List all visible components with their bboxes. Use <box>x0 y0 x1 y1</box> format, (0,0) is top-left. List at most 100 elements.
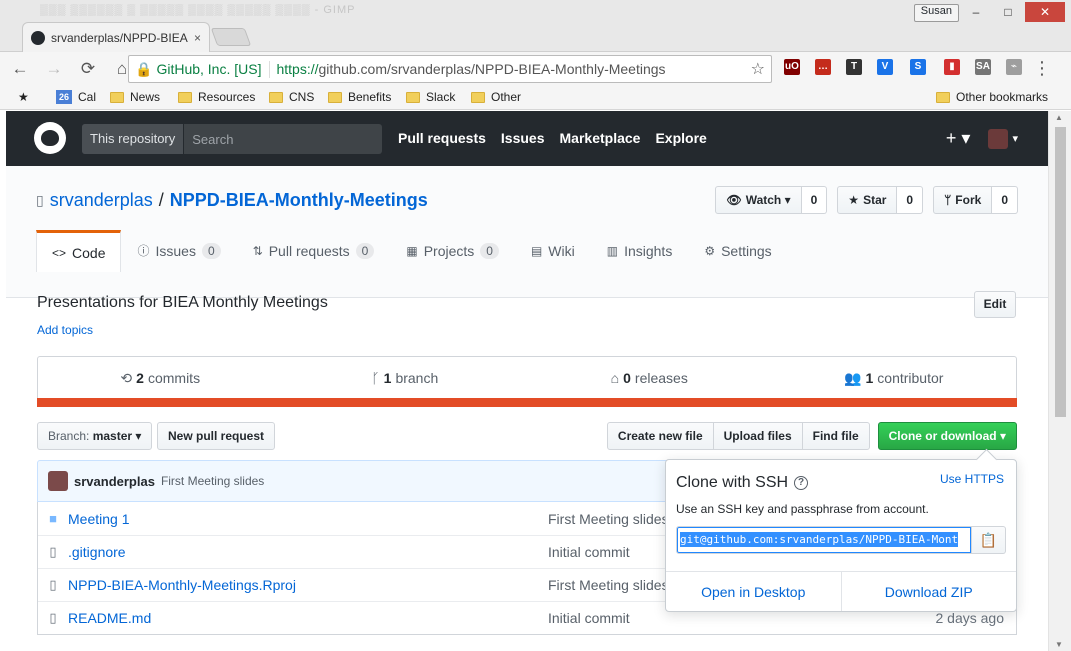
file-name-link[interactable]: NPPD-BIEA-Monthly-Meetings.Rproj <box>68 577 548 593</box>
other-bookmarks[interactable]: Other bookmarks <box>936 90 1048 104</box>
tab-settings[interactable]: ⚙ Settings <box>688 230 787 271</box>
file-name-link[interactable]: README.md <box>68 610 548 626</box>
tab-issues[interactable]: ⓘ Issues 0 <box>121 230 236 271</box>
fork-count[interactable]: 0 <box>992 186 1018 214</box>
file-name-link[interactable]: .gitignore <box>68 544 548 560</box>
file-name-link[interactable]: Meeting 1 <box>68 511 548 527</box>
add-topics-link[interactable]: Add topics <box>37 323 93 337</box>
upload-files-button[interactable]: Upload files <box>712 422 803 450</box>
scroll-thumb[interactable] <box>1055 127 1066 417</box>
clone-popup: Clone with SSH ? Use HTTPS Use an SSH ke… <box>665 459 1017 612</box>
bookmark-news[interactable]: News <box>110 90 160 104</box>
language-bar[interactable] <box>37 398 1017 407</box>
plus-dropdown-icon[interactable]: + ▾ <box>946 128 971 149</box>
extension-icon[interactable]: SA <box>975 59 991 75</box>
tab-code[interactable]: <> Code <box>36 230 122 272</box>
address-bar[interactable]: 🔒 GitHub, Inc. [US] https://github.com/s… <box>128 55 772 83</box>
user-menu[interactable]: ▾ <box>988 128 1018 149</box>
extension-icon[interactable]: ▮ <box>944 59 960 75</box>
minimize-button[interactable]: – <box>961 2 991 22</box>
tab-label: Pull requests <box>268 243 350 259</box>
forward-icon[interactable]: → <box>42 59 66 79</box>
url-scheme: https:// <box>276 61 319 77</box>
extension-icon[interactable]: uO <box>784 59 800 75</box>
star-button[interactable]: ★ Star <box>837 186 898 214</box>
tab-projects[interactable]: ▦ Projects 0 <box>390 230 515 271</box>
clone-download-button[interactable]: Clone or download ▾ <box>877 422 1017 450</box>
browser-menu-icon[interactable]: ⋮ <box>1033 58 1051 79</box>
watch-count[interactable]: 0 <box>801 186 828 214</box>
extension-icon[interactable]: S <box>910 59 926 75</box>
header-actions: + ▾ ▾ <box>946 128 1018 149</box>
fork-button[interactable]: ᛘ Fork <box>933 186 993 214</box>
use-https-link[interactable]: Use HTTPS <box>940 472 1004 486</box>
edit-description-button[interactable]: Edit <box>974 291 1016 318</box>
new-tab-button[interactable] <box>210 28 252 46</box>
nav-pull-requests[interactable]: Pull requests <box>398 130 486 146</box>
clone-url-group: git@github.com:srvanderplas/NPPD-BIEA-Mo… <box>676 526 1006 554</box>
bookmark-slack[interactable]: Slack <box>406 90 455 104</box>
file-commit-message[interactable]: Initial commit <box>548 610 928 626</box>
nav-explore[interactable]: Explore <box>655 130 706 146</box>
download-zip-button[interactable]: Download ZIP <box>842 572 1017 611</box>
help-icon[interactable]: ? <box>794 476 809 490</box>
extension-icon[interactable]: T <box>846 59 862 75</box>
tab-insights[interactable]: ▥ Insights <box>591 230 689 271</box>
tab-label: Settings <box>721 243 772 259</box>
url-text: github.com/srvanderplas/NPPD-BIEA-Monthl… <box>318 61 666 77</box>
back-icon[interactable]: ← <box>8 59 32 79</box>
star-count[interactable]: 0 <box>897 186 924 214</box>
extension-icon[interactable]: V <box>877 59 893 75</box>
create-new-file-button[interactable]: Create new file <box>606 422 714 450</box>
clone-url-field[interactable]: git@github.com:srvanderplas/NPPD-BIEA-Mo… <box>676 526 972 554</box>
summary-count: 1 <box>865 370 874 386</box>
nav-issues[interactable]: Issues <box>501 130 545 146</box>
bookmark-star-icon[interactable]: ☆ <box>751 59 765 79</box>
branch-select-button[interactable]: Branch: master ▾ <box>37 422 153 450</box>
profile-button[interactable]: Susan <box>913 4 959 22</box>
history-icon: ⟲ <box>120 370 133 386</box>
open-in-desktop-button[interactable]: Open in Desktop <box>666 572 842 611</box>
avatar[interactable] <box>48 471 68 491</box>
clipboard-icon[interactable]: 📋 <box>972 526 1006 554</box>
tab-wiki[interactable]: ▤ Wiki <box>515 230 591 271</box>
bookmark-benefits[interactable]: Benefits <box>328 90 391 104</box>
close-window-button[interactable]: ✕ <box>1025 2 1065 22</box>
extension-icon[interactable]: ⌁ <box>1006 59 1022 75</box>
file-icon: ▯ <box>49 610 57 625</box>
github-logo-icon[interactable] <box>34 122 66 154</box>
scroll-up-icon[interactable]: ▲ <box>1055 113 1063 122</box>
scroll-down-icon[interactable]: ▼ <box>1055 640 1063 649</box>
browser-tab-active[interactable]: srvanderplas/NPPD-BIEA × <box>22 22 210 52</box>
repo-name-link[interactable]: NPPD-BIEA-Monthly-Meetings <box>170 190 428 211</box>
bookmark-resources[interactable]: Resources <box>178 90 255 104</box>
caret-down-icon: ▾ <box>1012 133 1018 145</box>
clone-footer: Open in Desktop Download ZIP <box>666 571 1016 611</box>
new-pull-request-button[interactable]: New pull request <box>157 422 276 450</box>
maximize-button[interactable]: □ <box>993 2 1023 22</box>
commit-author[interactable]: srvanderplas <box>74 474 155 489</box>
bookmarks-bar: ★ 26 Cal News Resources CNS Benefits Sla… <box>0 86 1071 110</box>
branch-icon: ᚴ <box>371 370 380 386</box>
find-file-button[interactable]: Find file <box>801 422 870 450</box>
extension-icon[interactable]: … <box>815 59 831 75</box>
repo-owner-link[interactable]: srvanderplas <box>50 190 153 211</box>
tab-pull-requests[interactable]: ⇅ Pull requests 0 <box>237 230 391 271</box>
reload-icon[interactable]: ⟳ <box>76 59 100 79</box>
bookmark-cns[interactable]: CNS <box>269 90 314 104</box>
tab-label: Insights <box>624 243 673 259</box>
bookmark-other[interactable]: Other <box>471 90 521 104</box>
folder-icon <box>328 91 342 103</box>
bookmark-cal[interactable]: 26 Cal <box>56 90 96 104</box>
calendar-icon: 26 <box>56 90 72 104</box>
secure-indicator[interactable]: 🔒 GitHub, Inc. [US] <box>135 60 271 78</box>
repo-title: ▯ srvanderplas / NPPD-BIEA-Monthly-Meeti… <box>36 190 428 211</box>
nav-marketplace[interactable]: Marketplace <box>560 130 641 146</box>
tab-close-icon[interactable]: × <box>194 31 201 45</box>
search-input[interactable] <box>184 124 375 154</box>
file-icon: ▯ <box>49 577 57 592</box>
summary-count: 0 <box>623 370 631 386</box>
commit-message[interactable]: First Meeting slides <box>161 474 264 488</box>
watch-button[interactable]: 👁 Watch ▾ <box>715 186 802 214</box>
page-scrollbar[interactable]: ▲ ▼ <box>1048 111 1071 651</box>
